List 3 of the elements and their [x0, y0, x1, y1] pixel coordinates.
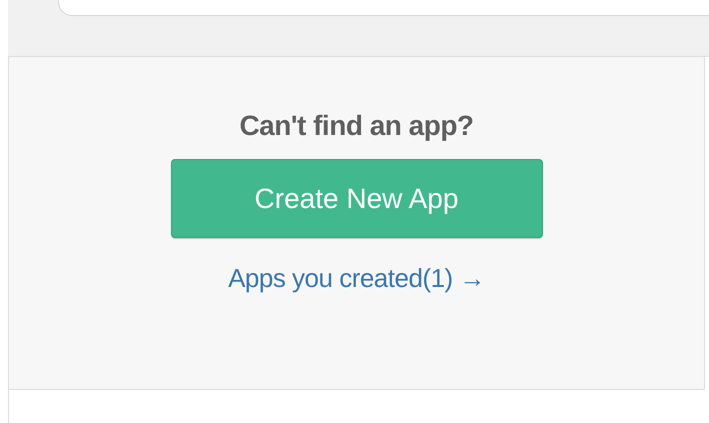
apps-created-link[interactable]: Apps you created(1) → — [228, 262, 485, 294]
create-new-app-button[interactable]: Create New App — [170, 159, 542, 238]
heading: Can't find an app? — [239, 109, 474, 143]
